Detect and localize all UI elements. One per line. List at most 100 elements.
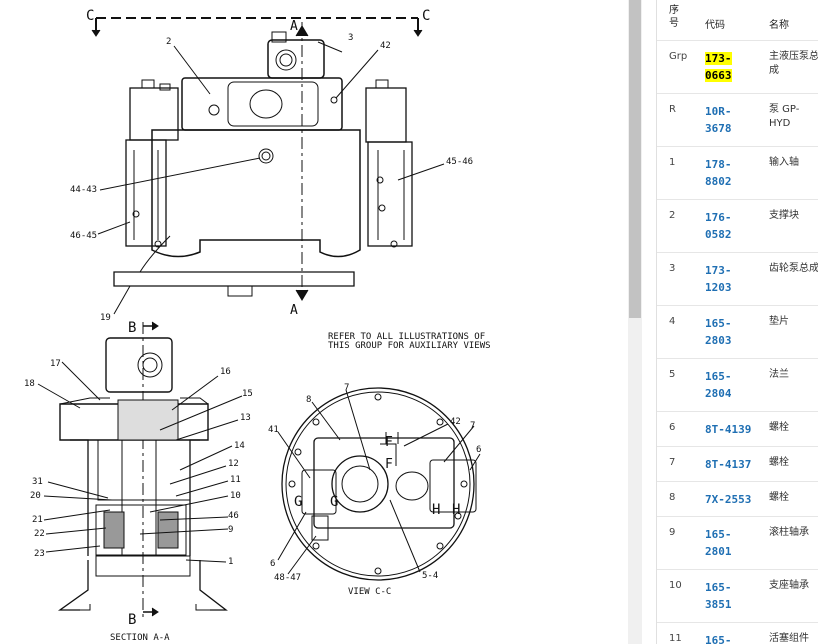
- refer-note: REFER TO ALL ILLUSTRATIONS OF THIS GROUP…: [328, 332, 491, 351]
- svg-text:44-43: 44-43: [70, 185, 97, 195]
- table-row[interactable]: 5 165- 2804 法兰: [657, 359, 818, 412]
- part-code-link[interactable]: 165- 2804: [705, 368, 741, 402]
- svg-text:31: 31: [32, 477, 43, 487]
- part-name: 泵 GP-HYD: [769, 104, 800, 129]
- row-number: 3: [669, 263, 676, 274]
- svg-text:3: 3: [348, 33, 353, 43]
- svg-text:F: F: [385, 435, 393, 450]
- table-row[interactable]: 8 7X-2553 螺栓: [657, 482, 818, 517]
- part-code-link[interactable]: 7X-2553: [705, 491, 751, 508]
- svg-text:46-45: 46-45: [70, 231, 97, 241]
- svg-text:46: 46: [228, 511, 239, 521]
- svg-text:H: H: [432, 502, 440, 518]
- part-name: 齿轮泵总成: [769, 263, 818, 274]
- svg-text:48-47: 48-47: [274, 573, 301, 583]
- table-row[interactable]: 11 165- 3847 活塞组件: [657, 623, 818, 644]
- row-number: 9: [669, 527, 676, 538]
- part-code-link[interactable]: 8T-4139: [705, 421, 751, 438]
- svg-text:14: 14: [234, 441, 245, 451]
- row-number: 11: [669, 633, 682, 644]
- part-name: 垫片: [769, 316, 789, 327]
- section-a-a-drawing: [37, 321, 243, 618]
- svg-text:G: G: [330, 494, 338, 510]
- part-code-link[interactable]: 165- 2801: [705, 526, 741, 560]
- part-code-text: 10R- 3678: [705, 105, 732, 135]
- svg-text:42: 42: [450, 417, 461, 427]
- table-row[interactable]: R 10R- 3678 泵 GP-HYD: [657, 94, 818, 147]
- part-name: 螺栓: [769, 492, 789, 503]
- part-code-link[interactable]: 176- 0582: [705, 209, 741, 243]
- svg-text:18: 18: [24, 379, 35, 389]
- row-number: 2: [669, 210, 676, 221]
- svg-text:42: 42: [380, 41, 391, 51]
- part-name: 螺栓: [769, 422, 789, 433]
- part-code-text: 165- 2801: [705, 528, 732, 558]
- svg-text:12: 12: [228, 459, 239, 469]
- row-number: 7: [669, 457, 676, 468]
- svg-text:A: A: [290, 303, 298, 318]
- svg-text:C: C: [86, 8, 94, 24]
- svg-text:7: 7: [344, 383, 349, 393]
- table-row[interactable]: Grp 173- 0663 主液压泵总成: [657, 41, 818, 94]
- row-number: 8: [669, 492, 676, 503]
- svg-text:13: 13: [240, 413, 251, 423]
- svg-text:A: A: [290, 19, 298, 34]
- section-title: SECTION A-A: [110, 633, 170, 643]
- row-number: 1: [669, 157, 676, 168]
- part-code-text: 165- 2804: [705, 370, 732, 400]
- svg-text:41: 41: [268, 425, 279, 435]
- part-code-text: 173- 1203: [705, 264, 732, 294]
- divider: [642, 0, 656, 644]
- row-number: R: [669, 104, 676, 115]
- table-row[interactable]: 10 165- 3851 支座轴承: [657, 570, 818, 623]
- svg-text:2: 2: [166, 37, 171, 47]
- svg-text:F: F: [385, 457, 393, 472]
- table-row[interactable]: 9 165- 2801 滚柱轴承: [657, 517, 818, 570]
- top-view-drawing: [91, 17, 445, 315]
- part-name: 支座轴承: [769, 580, 809, 591]
- part-name: 滚柱轴承: [769, 527, 809, 538]
- svg-text:19: 19: [100, 313, 111, 323]
- parts-illustration: C C A A 2 3 42 45-46 44-43 46-45 19 REFE…: [0, 0, 628, 644]
- table-row[interactable]: 6 8T-4139 螺栓: [657, 412, 818, 447]
- part-name: 螺栓: [769, 457, 789, 468]
- svg-text:16: 16: [220, 367, 231, 377]
- row-number: Grp: [669, 51, 688, 62]
- part-code-text: 165- 3851: [705, 581, 732, 611]
- part-code-link[interactable]: 165- 3847: [705, 632, 741, 644]
- part-code-link[interactable]: 8T-4137: [705, 456, 751, 473]
- svg-text:6: 6: [476, 445, 481, 455]
- svg-text:7: 7: [470, 421, 475, 431]
- part-code-link[interactable]: 173- 1203: [705, 262, 741, 296]
- row-number: 4: [669, 316, 676, 327]
- part-code-link[interactable]: 165- 3851: [705, 579, 741, 613]
- table-row[interactable]: 3 173- 1203 齿轮泵总成: [657, 253, 818, 306]
- table-row[interactable]: 1 178- 8802 输入轴: [657, 147, 818, 200]
- part-name: 法兰: [769, 369, 789, 380]
- part-name: 支撑块: [769, 210, 799, 221]
- svg-text:G: G: [294, 494, 302, 510]
- part-code-link[interactable]: 10R- 3678: [705, 103, 741, 137]
- svg-text:9: 9: [228, 525, 233, 535]
- table-row[interactable]: 7 8T-4137 螺栓: [657, 447, 818, 482]
- part-code-text: 178- 8802: [705, 158, 732, 188]
- svg-text:H: H: [452, 502, 460, 518]
- table-row[interactable]: 4 165- 2803 垫片: [657, 306, 818, 359]
- view-c-c-labels: 7 8 42 7 41 6 F F G G H H 6 48-47 5-4 VI…: [268, 383, 481, 597]
- svg-text:23: 23: [34, 549, 45, 559]
- svg-text:C: C: [422, 8, 430, 24]
- svg-text:1: 1: [228, 557, 233, 567]
- scroll-thumb[interactable]: [629, 0, 641, 318]
- vertical-scrollbar[interactable]: [628, 0, 642, 644]
- header-name: 名称: [769, 20, 789, 31]
- svg-text:45-46: 45-46: [446, 157, 473, 167]
- part-code-link[interactable]: 173- 0663: [705, 50, 741, 84]
- part-code-text: 7X-2553: [705, 493, 752, 506]
- parts-table-header: 序 号 代码 名称: [657, 0, 818, 41]
- svg-text:21: 21: [32, 515, 43, 525]
- table-row[interactable]: 2 176- 0582 支撑块: [657, 200, 818, 253]
- part-code-link[interactable]: 178- 8802: [705, 156, 741, 190]
- parts-table: 序 号 代码 名称 Grp 173- 0663 主液压泵总成 R 10R- 3678 泵 …: [656, 0, 818, 644]
- svg-text:11: 11: [230, 475, 241, 485]
- part-code-link[interactable]: 165- 2803: [705, 315, 741, 349]
